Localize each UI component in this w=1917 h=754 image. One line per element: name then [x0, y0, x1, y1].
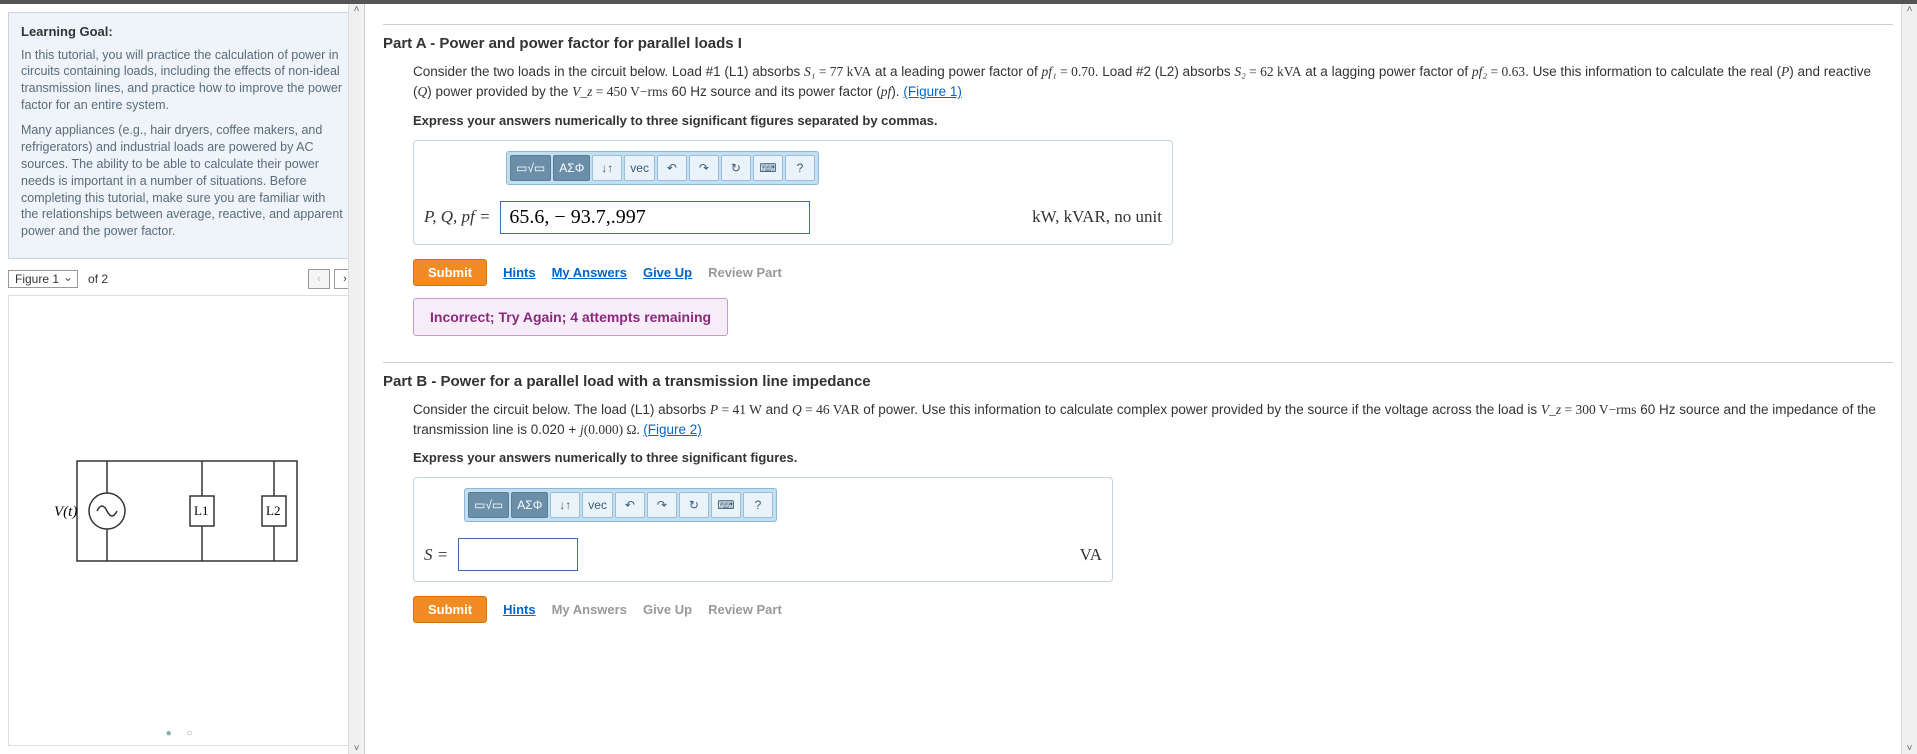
part-b: Part B - Power for a parallel load with …: [383, 362, 1893, 624]
part-a: Part A - Power and power factor for para…: [383, 24, 1893, 336]
reset-button[interactable]: ↻: [721, 155, 751, 181]
svg-text:L1: L1: [194, 503, 208, 518]
part-b-answer-box: ▭√▭ ΑΣΦ ↓↑ vec ↶ ↷ ↻ ⌨ ? S = VA: [413, 477, 1113, 582]
equation-toolbar: ▭√▭ ΑΣΦ ↓↑ vec ↶ ↷ ↻ ⌨ ?: [464, 488, 777, 522]
part-a-answer-box: ▭√▭ ΑΣΦ ↓↑ vec ↶ ↷ ↻ ⌨ ? P, Q, pf = kW, …: [413, 140, 1173, 245]
part-b-body: Consider the circuit below. The load (L1…: [413, 400, 1893, 441]
part-a-feedback: Incorrect; Try Again; 4 attempts remaini…: [413, 298, 728, 336]
my-answers-link[interactable]: My Answers: [552, 265, 627, 280]
part-b-units: VA: [1080, 545, 1102, 565]
part-b-actions: Submit Hints My Answers Give Up Review P…: [413, 596, 1893, 623]
scroll-down-icon: ˅: [1907, 743, 1913, 754]
vec-button[interactable]: vec: [624, 155, 655, 181]
figure-pager: Figure 1 of 2 ‹ ›: [8, 269, 356, 289]
learning-goal-p1: In this tutorial, you will practice the …: [21, 47, 343, 115]
redo-icon: ↷: [699, 161, 709, 175]
reset-button[interactable]: ↻: [679, 492, 709, 518]
redo-button[interactable]: ↷: [647, 492, 677, 518]
scroll-up-icon: ˄: [1907, 4, 1913, 15]
circuit-diagram: V(t) L1 L2: [42, 441, 322, 601]
redo-icon: ↷: [657, 498, 667, 512]
help-button[interactable]: ?: [785, 155, 815, 181]
figure-prev-button[interactable]: ‹: [308, 269, 330, 289]
figure-2-link[interactable]: (Figure 2): [643, 422, 702, 437]
help-icon: ?: [755, 498, 762, 512]
keyboard-button[interactable]: ⌨: [753, 155, 783, 181]
main-content: Part A - Power and power factor for para…: [365, 4, 1917, 754]
svg-text:V(t): V(t): [54, 504, 77, 520]
vec-button[interactable]: vec: [582, 492, 613, 518]
figure-select[interactable]: Figure 1: [8, 270, 78, 288]
right-scrollbar[interactable]: ˄ ˅: [1901, 4, 1917, 754]
keyboard-icon: ⌨: [759, 161, 776, 175]
give-up-link[interactable]: Give Up: [643, 602, 692, 617]
submit-button[interactable]: Submit: [413, 596, 487, 623]
reset-icon: ↻: [731, 161, 741, 175]
reset-icon: ↻: [689, 498, 699, 512]
part-b-title: Part B - Power for a parallel load with …: [383, 373, 1893, 390]
divider: [383, 362, 1893, 363]
keyboard-button[interactable]: ⌨: [711, 492, 741, 518]
left-scrollbar[interactable]: ˄ ˅: [348, 4, 364, 754]
part-a-instruction: Express your answers numerically to thre…: [413, 113, 1893, 128]
undo-button[interactable]: ↶: [657, 155, 687, 181]
scroll-up-icon: ˄: [354, 4, 360, 15]
templates-icon: ▭√▭: [516, 161, 545, 175]
left-panel: Learning Goal: In this tutorial, you wil…: [0, 4, 365, 754]
templates-button[interactable]: ▭√▭: [468, 492, 509, 518]
undo-icon: ↶: [667, 161, 677, 175]
keyboard-icon: ⌨: [717, 498, 734, 512]
help-icon: ?: [797, 161, 804, 175]
equation-toolbar: ▭√▭ ΑΣΦ ↓↑ vec ↶ ↷ ↻ ⌨ ?: [506, 151, 819, 185]
undo-button[interactable]: ↶: [615, 492, 645, 518]
my-answers-link[interactable]: My Answers: [552, 602, 627, 617]
subsup-button[interactable]: ↓↑: [550, 492, 580, 518]
hints-link[interactable]: Hints: [503, 602, 536, 617]
subsup-button[interactable]: ↓↑: [592, 155, 622, 181]
hints-link[interactable]: Hints: [503, 265, 536, 280]
part-a-units: kW, kVAR, no unit: [1032, 207, 1162, 227]
svg-text:L2: L2: [266, 503, 280, 518]
give-up-link[interactable]: Give Up: [643, 265, 692, 280]
part-a-body: Consider the two loads in the circuit be…: [413, 62, 1893, 103]
submit-button[interactable]: Submit: [413, 259, 487, 286]
figure-1-link[interactable]: (Figure 1): [903, 84, 962, 99]
part-a-lhs: P, Q, pf =: [424, 207, 490, 227]
scroll-down-icon: ˅: [354, 743, 360, 754]
learning-goal-box: Learning Goal: In this tutorial, you wil…: [8, 12, 356, 259]
templates-button[interactable]: ▭√▭: [510, 155, 551, 181]
chevron-right-icon: ›: [343, 273, 347, 285]
learning-goal-heading: Learning Goal:: [21, 23, 343, 41]
figure-dots: ● ○: [9, 728, 355, 739]
redo-button[interactable]: ↷: [689, 155, 719, 181]
learning-goal-p2: Many appliances (e.g., hair dryers, coff…: [21, 122, 343, 240]
review-part-link[interactable]: Review Part: [708, 602, 782, 617]
chevron-left-icon: ‹: [317, 273, 321, 285]
review-part-link[interactable]: Review Part: [708, 265, 782, 280]
undo-icon: ↶: [625, 498, 635, 512]
part-a-actions: Submit Hints My Answers Give Up Review P…: [413, 259, 1893, 286]
part-b-lhs: S =: [424, 545, 448, 565]
part-b-answer-input[interactable]: [458, 538, 578, 571]
part-a-title: Part A - Power and power factor for para…: [383, 35, 1893, 52]
help-button[interactable]: ?: [743, 492, 773, 518]
templates-icon: ▭√▭: [474, 498, 503, 512]
divider: [383, 24, 1893, 25]
greek-button[interactable]: ΑΣΦ: [511, 492, 548, 518]
figure-canvas: V(t) L1 L2 ● ○: [8, 295, 356, 746]
greek-button[interactable]: ΑΣΦ: [553, 155, 590, 181]
part-a-answer-input[interactable]: [500, 201, 810, 234]
figure-of-text: of 2: [82, 272, 114, 286]
part-b-instruction: Express your answers numerically to thre…: [413, 450, 1893, 465]
